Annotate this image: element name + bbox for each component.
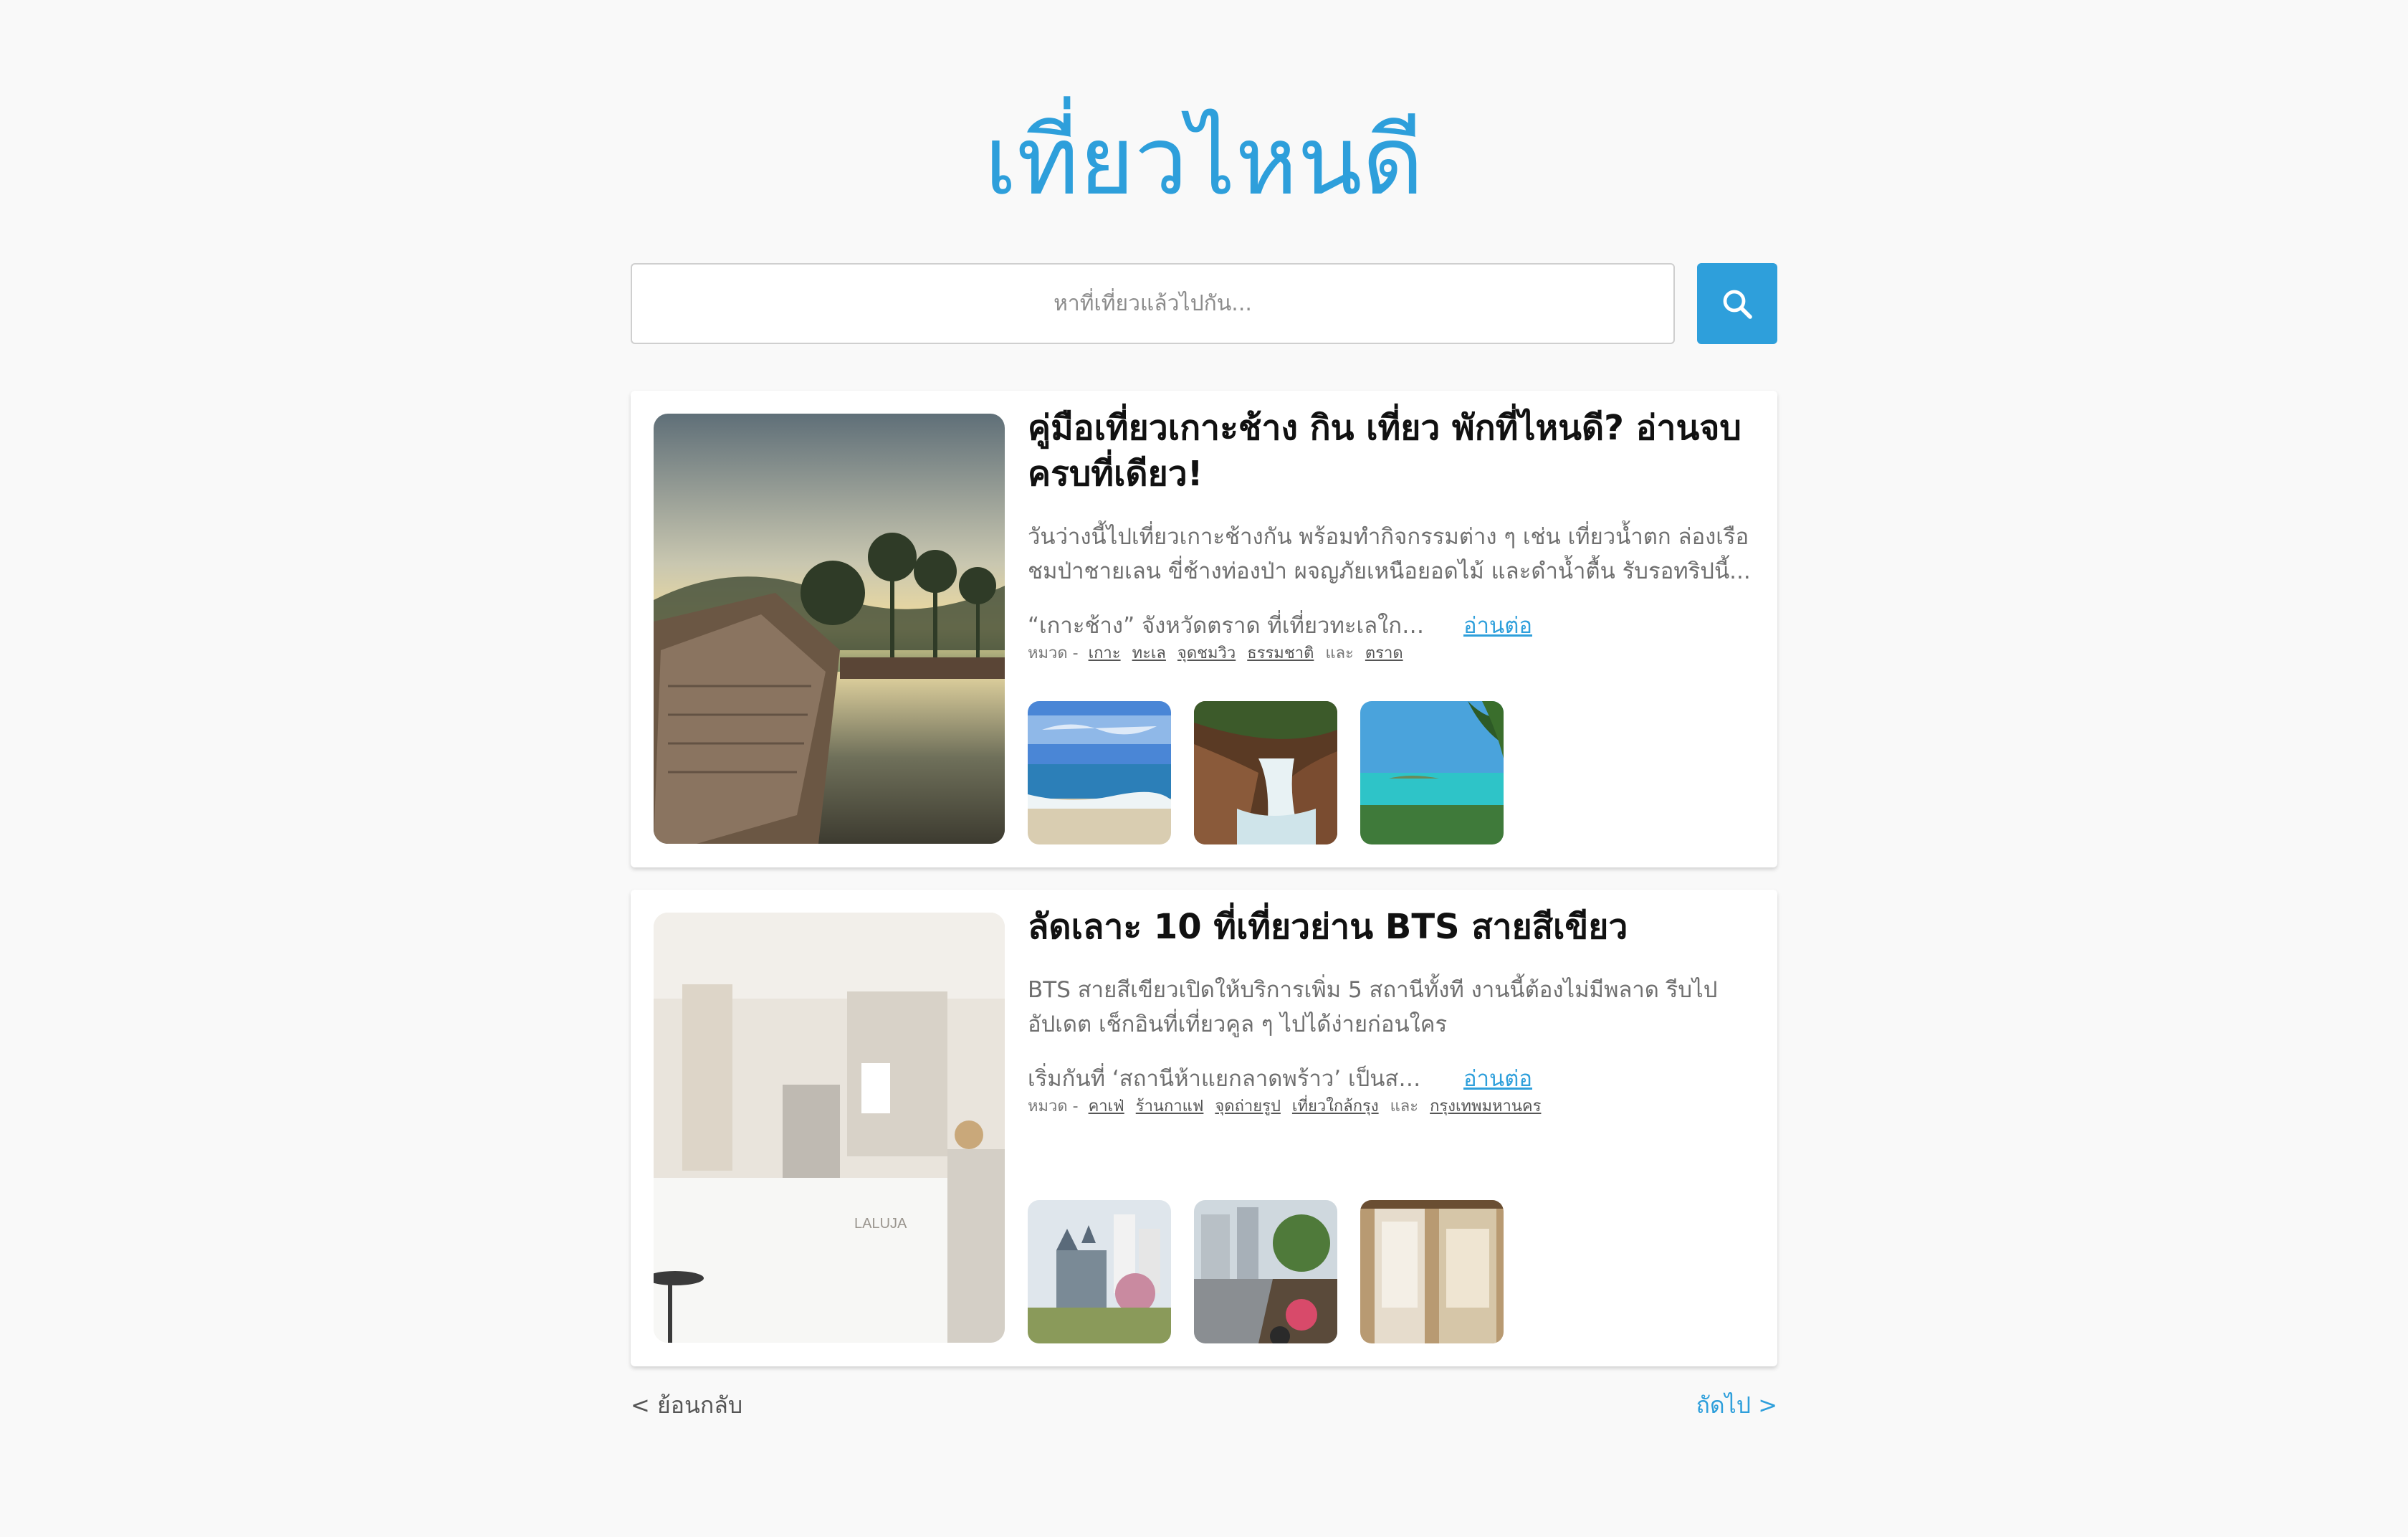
white-cafe-interior-photo: LALUJA <box>654 913 1005 1343</box>
thumbnail[interactable] <box>1194 701 1337 844</box>
category-link[interactable]: เที่ยวใกล้กรุง <box>1292 1095 1379 1119</box>
resort-pool-sunset-photo <box>654 414 1005 844</box>
article-body: คู่มือเที่ยวเกาะช้าง กิน เที่ยว พักที่ไห… <box>1028 405 1759 666</box>
search-input[interactable] <box>631 263 1675 344</box>
article-card[interactable]: คู่มือเที่ยวเกาะช้าง กิน เที่ยว พักที่ไห… <box>631 391 1777 867</box>
thumbnail[interactable] <box>1028 701 1171 844</box>
street-market-photo <box>1194 1200 1337 1343</box>
category-list: หมวด - เกาะ ทะเล จุดชมวิว ธรรมชาติ และ ต… <box>1028 642 1759 666</box>
shop-front-photo <box>1360 1200 1504 1343</box>
svg-text:LALUJA: LALUJA <box>854 1216 907 1232</box>
category-link[interactable]: ทะเล <box>1132 642 1166 666</box>
article-excerpt-row: เริ่มกันที่ ‘สถานีห้าแยกลาดพร้าว’ เป็นสถ… <box>1028 1063 1759 1095</box>
article-excerpt-row: “เกาะช้าง” จังหวัดตราด ที่เที่ยวทะเลใกล้… <box>1028 610 1759 642</box>
category-and: และ <box>1390 1098 1419 1115</box>
waterfall-photo <box>1194 701 1337 844</box>
search-bar <box>631 263 1777 344</box>
category-label: หมวด - <box>1028 1098 1079 1115</box>
article-description: วันว่างนี้ไปเที่ยวเกาะช้างกัน พร้อมทำกิจ… <box>1028 524 1751 584</box>
article-image-cafe[interactable]: LALUJA <box>654 913 1005 1343</box>
category-list: หมวด - คาเฟ่ ร้านกาแฟ จุดถ่ายรูป เที่ยวใ… <box>1028 1095 1759 1119</box>
article-image-resort[interactable] <box>654 414 1005 844</box>
search-button[interactable] <box>1697 263 1777 344</box>
category-link[interactable]: ธรรมชาติ <box>1247 642 1314 666</box>
search-icon <box>1723 290 1752 319</box>
beach-photo <box>1028 701 1171 844</box>
read-more-link[interactable]: อ่านต่อ <box>1463 610 1532 642</box>
page: เที่ยวไหนดี หาที่เที่ยวแล้วไปกัน... คู่ม… <box>0 0 2408 1537</box>
category-link[interactable]: จุดถ่ายรูป <box>1215 1095 1281 1119</box>
category-link[interactable]: กรุงเทพมหานคร <box>1430 1095 1541 1119</box>
category-link[interactable]: คาเฟ่ <box>1089 1095 1124 1119</box>
read-more-link[interactable]: อ่านต่อ <box>1463 1063 1532 1095</box>
category-link[interactable]: ร้านกาแฟ <box>1136 1095 1204 1119</box>
article-card[interactable]: LALUJA ลัดเลาะ 10 ที่เที่ยวย่าน BTS สายส… <box>631 890 1777 1366</box>
tropical-sea-photo <box>1360 701 1504 844</box>
thumbnail[interactable] <box>1360 701 1504 844</box>
pagination: < ย้อนกลับ ถัดไป > <box>631 1387 1777 1423</box>
category-and: และ <box>1325 644 1354 662</box>
article-excerpt: “เกาะช้าง” จังหวัดตราด ที่เที่ยวทะเลใกล้… <box>1028 613 1429 639</box>
article-body: ลัดเลาะ 10 ที่เที่ยวย่าน BTS สายสีเขียว … <box>1028 904 1759 1119</box>
prev-page-link[interactable]: < ย้อนกลับ <box>631 1387 742 1423</box>
thumbnail-strip <box>1028 1200 1504 1343</box>
site-title[interactable]: เที่ยวไหนดี <box>631 100 1777 222</box>
thumbnail[interactable] <box>1194 1200 1337 1343</box>
category-link[interactable]: ตราด <box>1365 642 1403 666</box>
castle-park-photo <box>1028 1200 1171 1343</box>
next-page-link[interactable]: ถัดไป > <box>1696 1387 1777 1423</box>
thumbnail[interactable] <box>1360 1200 1504 1343</box>
category-link[interactable]: จุดชมวิว <box>1177 642 1236 666</box>
category-label: หมวด - <box>1028 644 1079 662</box>
article-title[interactable]: คู่มือเที่ยวเกาะช้าง กิน เที่ยว พักที่ไห… <box>1028 405 1759 497</box>
article-title[interactable]: ลัดเลาะ 10 ที่เที่ยวย่าน BTS สายสีเขียว <box>1028 904 1759 950</box>
thumbnail-strip <box>1028 701 1504 844</box>
category-link[interactable]: เกาะ <box>1089 642 1121 666</box>
article-description: BTS สายสีเขียวเปิดให้บริการเพิ่ม 5 สถานี… <box>1028 977 1718 1037</box>
thumbnail[interactable] <box>1028 1200 1171 1343</box>
article-excerpt: เริ่มกันที่ ‘สถานีห้าแยกลาดพร้าว’ เป็นสถ… <box>1028 1066 1429 1092</box>
